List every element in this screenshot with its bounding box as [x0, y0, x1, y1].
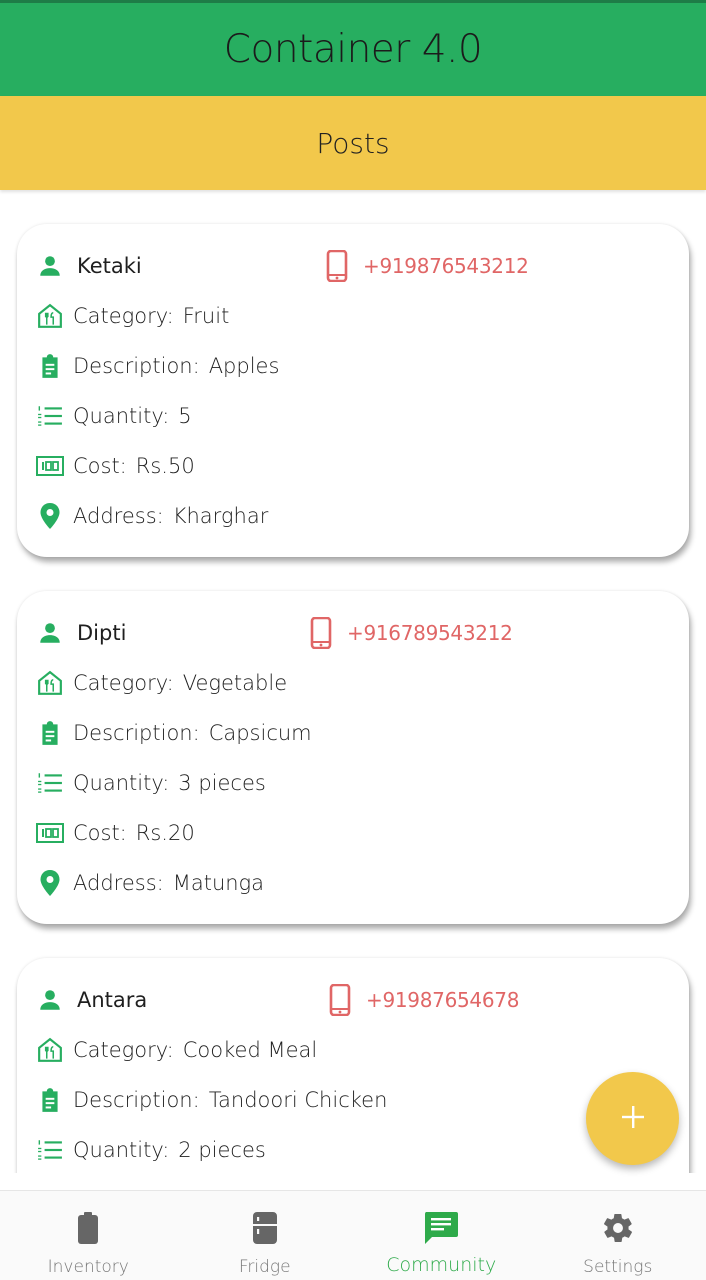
description-label: Description: — [73, 721, 200, 745]
category-value: Fruit — [182, 304, 230, 328]
page-header: Posts — [0, 96, 706, 190]
phone-icon — [307, 616, 335, 650]
post-user-name: Antara — [77, 988, 148, 1012]
description-label: Description: — [73, 1088, 200, 1112]
nav-label-fridge: Fridge — [238, 1257, 291, 1277]
app-screen: Container 4.0 Posts Ketaki +919876543212 — [0, 0, 706, 1280]
nav-item-settings[interactable]: Settings — [530, 1191, 706, 1280]
phone-icon — [326, 983, 354, 1017]
cost-value: Rs.50 — [135, 454, 195, 478]
restaurant-icon — [36, 1036, 64, 1064]
location-pin-icon — [36, 502, 64, 530]
quantity-label: Quantity: — [73, 404, 170, 428]
post-user-name: Ketaki — [77, 254, 142, 278]
description-label: Description: — [73, 354, 200, 378]
numbered-list-icon — [36, 769, 64, 797]
post-phone[interactable]: +919876543212 — [323, 249, 529, 283]
nav-item-inventory[interactable]: Inventory — [0, 1191, 177, 1280]
money-icon — [36, 452, 64, 480]
battery-icon — [69, 1209, 107, 1247]
category-value: Cooked Meal — [182, 1038, 318, 1062]
quantity-value: 2 pieces — [178, 1138, 266, 1162]
post-user-name: Dipti — [77, 621, 127, 645]
nav-label-settings: Settings — [583, 1257, 653, 1277]
address-value: Matunga — [172, 871, 265, 895]
person-icon — [36, 252, 64, 280]
post-user: Antara — [36, 983, 147, 1017]
post-category: Category: Vegetable — [36, 666, 287, 700]
cost-value: Rs.20 — [135, 821, 195, 845]
post-category: Category: Cooked Meal — [36, 1033, 317, 1067]
post-quantity: Quantity: 2 pieces — [36, 1133, 266, 1167]
cost-label: Cost: — [73, 454, 127, 478]
clipboard-icon — [36, 352, 64, 380]
post-user: Ketaki — [36, 249, 142, 283]
category-label: Category: — [73, 1038, 174, 1062]
nav-label-community: Community — [386, 1254, 497, 1276]
post-quantity: Quantity: 5 — [36, 399, 192, 433]
category-value: Vegetable — [182, 671, 288, 695]
page-title: Posts — [316, 126, 390, 160]
app-bar: Container 4.0 — [0, 0, 706, 96]
chat-icon — [422, 1209, 460, 1247]
category-label: Category: — [73, 304, 174, 328]
fridge-icon — [246, 1209, 284, 1247]
description-value: Apples — [208, 354, 280, 378]
post-phone[interactable]: +916789543212 — [307, 616, 513, 650]
post-address: Address: Kharghar — [36, 499, 268, 533]
quantity-value: 3 pieces — [178, 771, 266, 795]
numbered-list-icon — [36, 402, 64, 430]
app-title: Container 4.0 — [223, 27, 483, 72]
post-category: Category: Fruit — [36, 299, 229, 333]
phone-icon — [323, 249, 351, 283]
money-icon — [36, 819, 64, 847]
description-value: Tandoori Chicken — [208, 1088, 388, 1112]
post-cost: Cost: Rs.20 — [36, 816, 195, 850]
post-cost: Cost: Rs.50 — [36, 449, 195, 483]
post-description: Description: Apples — [36, 349, 279, 383]
post-card[interactable]: Ketaki +919876543212 Category: Fruit Des… — [17, 224, 689, 557]
post-phone-number[interactable]: +919876543212 — [363, 254, 529, 278]
post-user: Dipti — [36, 616, 126, 650]
location-pin-icon — [36, 869, 64, 897]
add-post-button[interactable] — [586, 1072, 679, 1165]
restaurant-icon — [36, 302, 64, 330]
nav-label-inventory: Inventory — [47, 1257, 129, 1277]
post-phone[interactable]: +91987654678 — [326, 983, 519, 1017]
post-phone-number[interactable]: +916789543212 — [347, 621, 513, 645]
bottom-navigation: Inventory Fridge Community Settings — [0, 1190, 706, 1280]
address-value: Kharghar — [172, 504, 269, 528]
address-label: Address: — [73, 504, 164, 528]
plus-icon — [620, 1104, 646, 1134]
post-phone-number[interactable]: +91987654678 — [366, 988, 519, 1012]
description-value: Capsicum — [208, 721, 312, 745]
gear-icon — [599, 1209, 637, 1247]
post-description: Description: Capsicum — [36, 716, 312, 750]
address-label: Address: — [73, 871, 164, 895]
quantity-label: Quantity: — [73, 1138, 170, 1162]
cost-label: Cost: — [73, 821, 127, 845]
category-label: Category: — [73, 671, 174, 695]
post-card[interactable]: Antara +91987654678 Category: Cooked Mea… — [17, 958, 689, 1173]
quantity-label: Quantity: — [73, 771, 170, 795]
nav-item-community[interactable]: Community — [353, 1191, 530, 1280]
post-description: Description: Tandoori Chicken — [36, 1083, 387, 1117]
person-icon — [36, 619, 64, 647]
posts-list[interactable]: Ketaki +919876543212 Category: Fruit Des… — [0, 190, 706, 1173]
numbered-list-icon — [36, 1136, 64, 1164]
person-icon — [36, 986, 64, 1014]
quantity-value: 5 — [178, 404, 192, 428]
post-card[interactable]: Dipti +916789543212 Category: Vegetable — [17, 591, 689, 924]
restaurant-icon — [36, 669, 64, 697]
post-address: Address: Matunga — [36, 866, 264, 900]
post-quantity: Quantity: 3 pieces — [36, 766, 266, 800]
clipboard-icon — [36, 719, 64, 747]
nav-item-fridge[interactable]: Fridge — [177, 1191, 354, 1280]
clipboard-icon — [36, 1086, 64, 1114]
